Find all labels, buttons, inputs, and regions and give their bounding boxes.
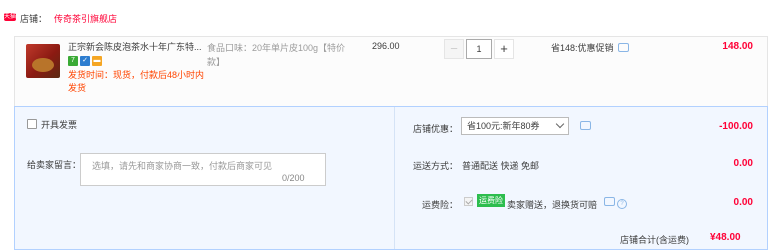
- chat-icon[interactable]: [617, 43, 629, 52]
- promotion-saving-text: 省148:优惠促销: [551, 43, 614, 53]
- seller-message-count: 0/200: [282, 173, 305, 183]
- delivery-method: 普通配送 快递 免邮: [462, 161, 540, 171]
- options-divider: [394, 107, 395, 249]
- seven-day-return-icon[interactable]: 7: [68, 56, 78, 66]
- insurance-label: 运费险：: [421, 200, 458, 210]
- insurance-checkbox: [464, 197, 473, 206]
- product-sku: 食品口味：20年单片皮100g【特价款】: [207, 43, 346, 67]
- chat-icon[interactable]: [580, 121, 591, 130]
- store-promo-amount: -100.00: [719, 121, 753, 132]
- item-subtotal: 148.00: [722, 41, 753, 52]
- quantity-input[interactable]: 1: [466, 39, 492, 59]
- store-promo-select[interactable]: 省100元:新年80券: [461, 117, 569, 135]
- shipping-time-note: 发货时间：现货，付款后48小时内发货: [68, 70, 205, 93]
- insurance-badge: 运费险: [477, 194, 505, 207]
- store-total-label: 店铺合计(含运费): [620, 235, 689, 245]
- guarantee-icon[interactable]: ✓: [80, 56, 90, 66]
- quantity-decrease-button[interactable]: −: [444, 39, 464, 59]
- insurance-help-group: ?: [604, 196, 627, 209]
- delivery-amount: 0.00: [733, 158, 753, 169]
- store-label: 店铺：: [20, 14, 48, 24]
- seller-message-placeholder: 选填，请先和商家协商一致，付款后商家可见: [92, 161, 273, 171]
- service-badges: 7 ✓ ▬: [68, 56, 104, 66]
- chevron-down-icon: [555, 119, 565, 129]
- insurance-text: 卖家赠送，退换货可赔: [507, 200, 598, 210]
- invoice-label[interactable]: 开具发票: [41, 118, 77, 131]
- tmall-logo-icon: 天猫: [4, 13, 17, 21]
- product-title-link[interactable]: 正宗新会陈皮泡茶水十年广东特...: [68, 41, 204, 53]
- store-name-link[interactable]: 传奇茶引旗舰店: [54, 12, 117, 25]
- store-total-value: ¥48.00: [710, 232, 741, 243]
- unit-price: 296.00: [372, 41, 400, 51]
- store-promo-value: 省100元:新年80券: [467, 121, 540, 131]
- help-icon[interactable]: ?: [617, 199, 627, 209]
- seller-message-label: 给卖家留言：: [27, 160, 82, 170]
- quantity-increase-button[interactable]: +: [494, 39, 514, 59]
- store-promo-label: 店铺优惠：: [412, 124, 458, 134]
- card-payment-icon[interactable]: ▬: [92, 56, 102, 66]
- delivery-label: 运送方式：: [412, 161, 458, 171]
- insurance-amount: 0.00: [733, 197, 753, 208]
- product-thumbnail[interactable]: [26, 44, 60, 78]
- promotion-saving: 省148:优惠促销: [551, 41, 629, 54]
- invoice-checkbox[interactable]: [27, 119, 37, 129]
- chat-icon[interactable]: [604, 197, 615, 206]
